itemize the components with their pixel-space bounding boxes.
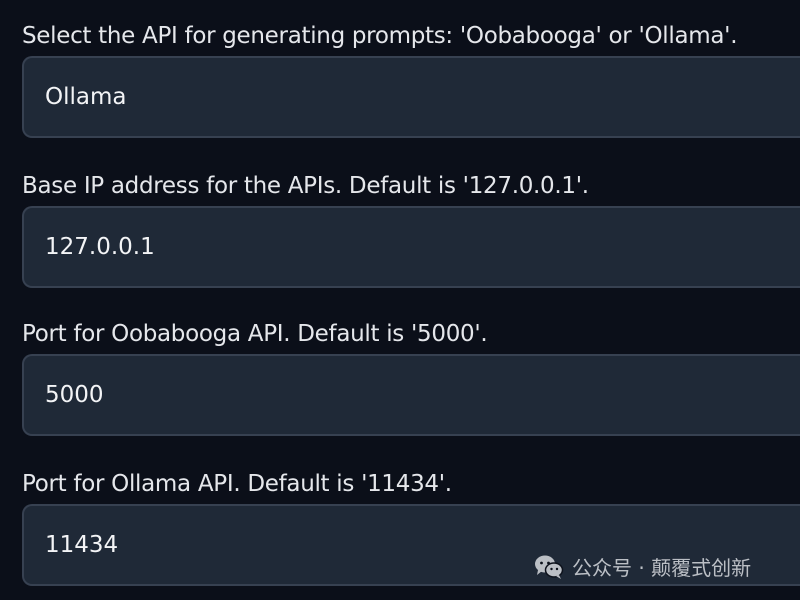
ollama-port-label: Port for Ollama API. Default is '11434'. xyxy=(22,471,452,497)
watermark: 公众号 · 颠覆式创新 xyxy=(534,552,751,581)
api-select-input[interactable]: Ollama xyxy=(22,56,800,138)
watermark-text: 公众号 · 颠覆式创新 xyxy=(572,556,752,580)
base-ip-label: Base IP address for the APIs. Default is… xyxy=(22,173,589,199)
oobabooga-port-input[interactable]: 5000 xyxy=(22,354,800,436)
oobabooga-port-label: Port for Oobabooga API. Default is '5000… xyxy=(22,321,488,347)
base-ip-input[interactable]: 127.0.0.1 xyxy=(22,206,800,288)
wechat-icon xyxy=(534,554,564,580)
api-select-label: Select the API for generating prompts: '… xyxy=(22,23,738,49)
